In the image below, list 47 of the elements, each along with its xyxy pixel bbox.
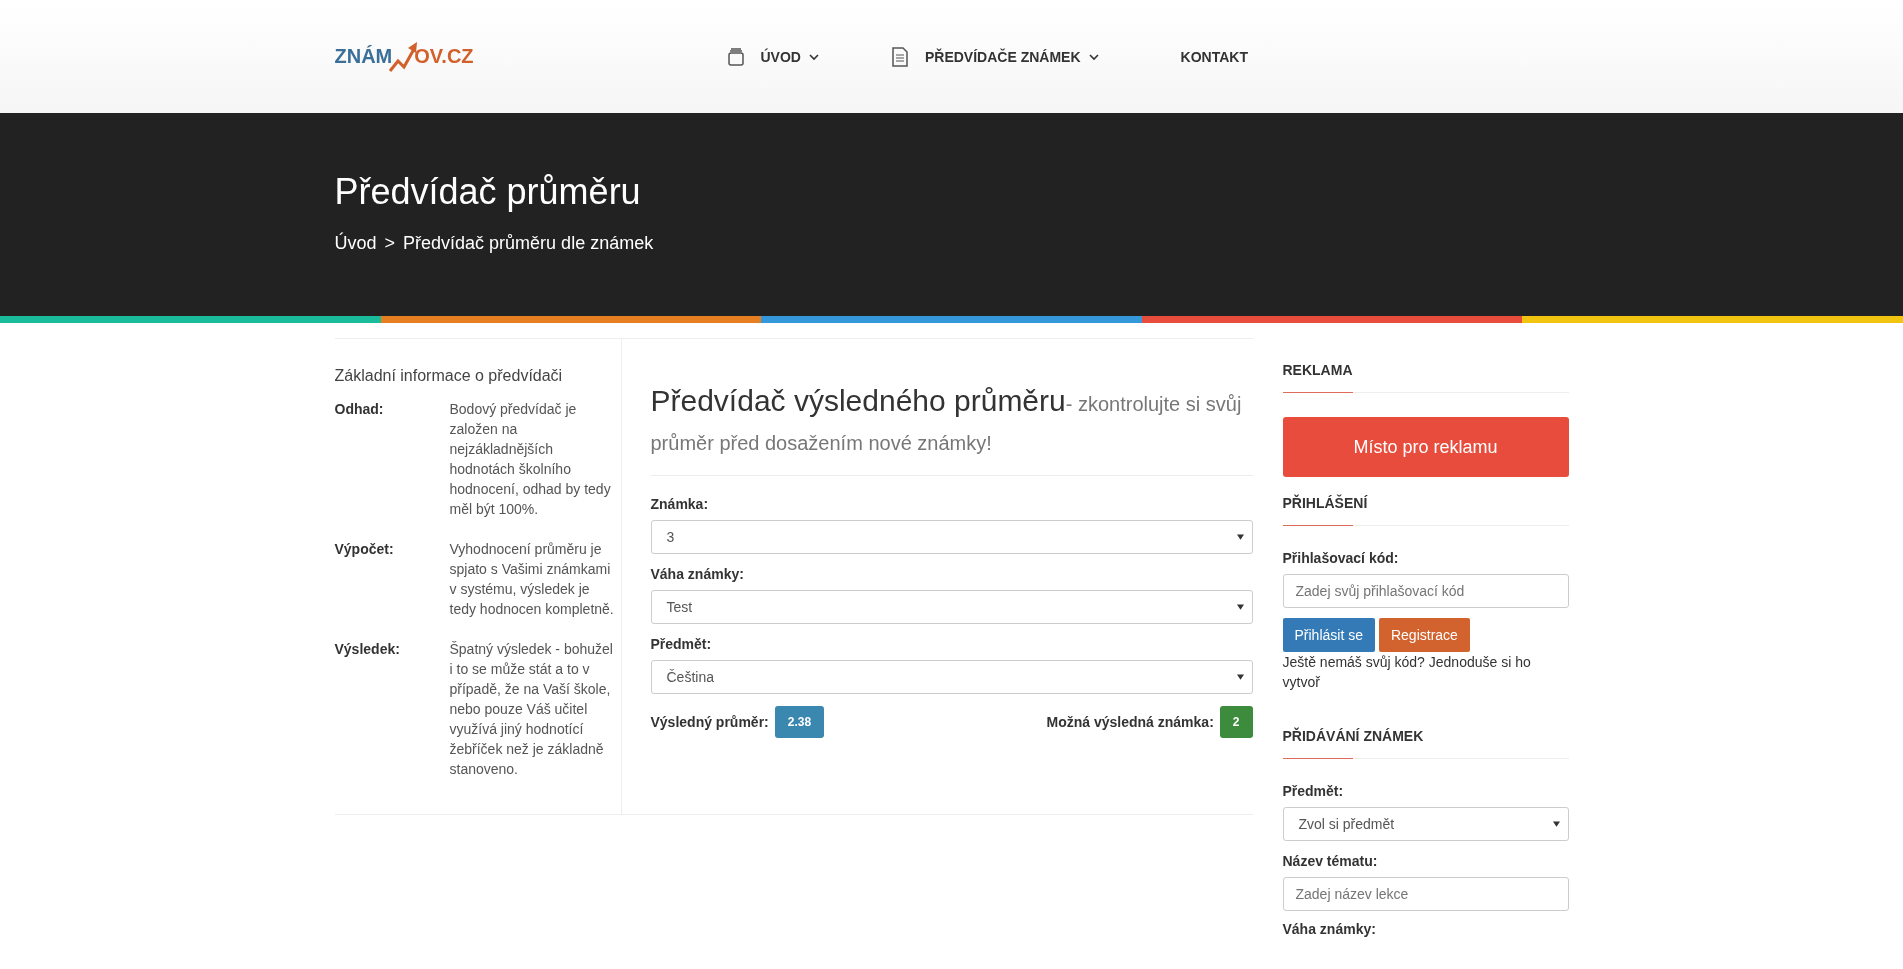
sidebar-heading: REKLAMA [1282, 350, 1569, 393]
average-badge: 2.38 [774, 706, 825, 738]
field-label: Váha známky: [1282, 921, 1377, 937]
breadcrumb-separator: > [384, 233, 396, 254]
nav-link[interactable]: ÚVOD [726, 46, 819, 67]
section-title: Základní informace o předvídači [334, 367, 564, 385]
select-field[interactable]: 3 [650, 520, 1253, 554]
term-label: Výpočet: [334, 540, 395, 559]
page-title: Předvídač průměru [334, 171, 642, 213]
field-label: Známka: [650, 496, 710, 512]
term-label: Odhad: [334, 400, 385, 419]
select-field[interactable]: Test [650, 590, 1253, 624]
field-label: Předmět: [650, 636, 713, 652]
caret-icon [1236, 674, 1244, 680]
document-icon [890, 46, 909, 67]
predictor-title: Předvídač výsledného průměru- zkontrolujte si svůj průměr před dosažením nové známky! [650, 383, 1253, 476]
sidebar-heading: PŘIDÁVÁNÍ ZNÁMEK [1282, 716, 1569, 759]
ad-banner[interactable]: Místo pro reklamu [1282, 417, 1569, 477]
term-description: Vyhodnocení průměru je spjato s Vašimi známkami v systému, výsledek je tedy hodnocen kompletně. [449, 540, 615, 619]
caret-icon [1236, 604, 1244, 610]
nav-link[interactable]: PŘEDVÍDAČE ZNÁMEK [890, 46, 1099, 67]
field-label: Přihlašovací kód: [1282, 550, 1400, 566]
select-field[interactable]: Čeština [650, 660, 1253, 694]
topic-field[interactable]: Zadej název lekce [1282, 877, 1569, 911]
box-icon [726, 46, 745, 67]
field-label: Název tématu: [1282, 853, 1379, 869]
breadcrumb-item: Předvídač průměru dle známek [403, 233, 654, 254]
result-label: Možná výsledná známka: [1046, 714, 1214, 730]
field-label: Předmět: [1282, 783, 1345, 799]
term-description: Špatný výsledek - bohužel i to se může stát a to v případě, že na Vaší škole, nebo pouze Váš učitel využívá jiný hodnotící žebříček než je základně stanoveno. [449, 640, 614, 779]
caret-icon [1552, 821, 1560, 827]
breadcrumb-item[interactable]: Úvod [334, 233, 377, 254]
logo-text[interactable]: ZNÁM [334, 45, 393, 68]
grade-badge: 2 [1219, 706, 1253, 738]
result-label: Výsledný průměr: [650, 714, 769, 730]
login-button[interactable]: Přihlásit se [1282, 618, 1375, 652]
register-note: Ještě nemáš svůj kód? Jednoduše si ho vytvoř [1282, 653, 1532, 692]
caret-icon [1236, 534, 1244, 540]
subject-select[interactable]: Zvol si předmět [1282, 807, 1569, 841]
login-code-field[interactable]: Zadej svůj přihlašovací kód [1282, 574, 1569, 608]
sidebar-heading: PŘIHLÁŠENÍ [1282, 483, 1569, 526]
term-description: Bodový předvídač je založen na nejzákladnějších hodnotách školního hodnocení, odhad by tedy měl být 100%. [449, 400, 612, 519]
nav-link[interactable]: KONTAKT [1180, 48, 1248, 65]
term-label: Výsledek: [334, 640, 401, 659]
register-button[interactable]: Registrace [1378, 618, 1470, 652]
logo-text[interactable]: OV.CZ [414, 45, 474, 68]
field-label: Váha známky: [650, 566, 745, 582]
